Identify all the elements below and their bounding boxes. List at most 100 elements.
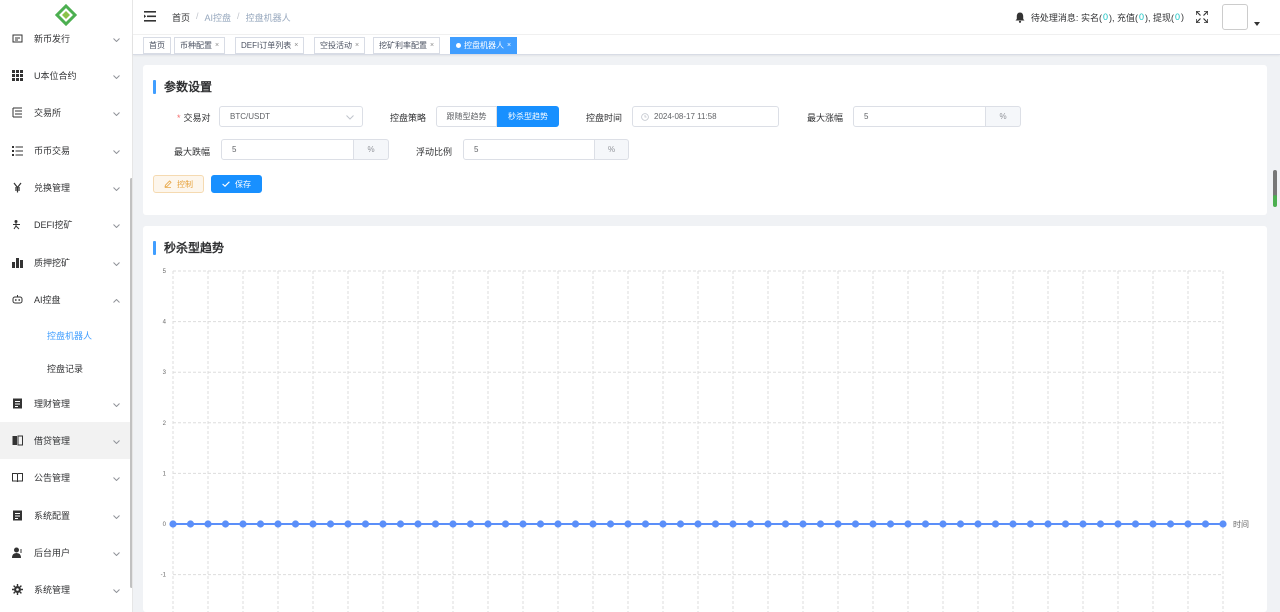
data-point[interactable] [519,520,527,528]
sidebar-subitem-control-records[interactable]: 控盘记录 [0,352,130,385]
recharge-count[interactable]: 0 [1139,12,1144,22]
data-point[interactable] [1079,520,1087,528]
sidebar-item-loan-mgmt[interactable]: 借贷管理 [0,422,130,459]
tag-control-robot[interactable]: 控盘机器人 × [450,37,518,54]
data-point[interactable] [484,520,492,528]
data-point[interactable] [1026,520,1035,528]
sidebar-item-system-mgmt[interactable]: 系统管理 [0,571,130,608]
data-point[interactable] [956,520,965,528]
sidebar-item-ai-control[interactable]: AI控盘 [0,281,130,318]
data-point[interactable] [869,520,877,528]
sidebar-item-new-coin[interactable]: 新币发行 [0,20,130,57]
close-icon[interactable]: × [215,42,219,49]
bell-icon[interactable] [1015,12,1025,23]
data-point[interactable] [1149,520,1157,528]
data-point[interactable] [816,520,825,528]
data-point[interactable] [344,520,352,528]
data-point[interactable] [396,520,405,528]
data-point[interactable] [746,520,755,528]
realname-count[interactable]: 0 [1103,12,1108,22]
withdraw-label[interactable]: ), 提现( [1145,11,1174,24]
sidebar-scrollbar[interactable] [130,178,132,588]
data-point[interactable] [536,520,545,528]
tag-defi-orders[interactable]: DEFI订单列表 × [235,37,305,54]
data-point[interactable] [939,520,947,528]
sidebar-item-admin-users[interactable]: 后台用户 [0,534,130,571]
data-point[interactable] [1131,520,1140,528]
withdraw-count[interactable]: 0 [1175,12,1180,22]
data-point[interactable] [291,520,300,528]
data-point[interactable] [379,520,387,528]
data-point[interactable] [1114,520,1122,528]
close-icon[interactable]: × [507,42,511,49]
data-point[interactable] [204,520,212,528]
data-point[interactable] [729,520,737,528]
close-icon[interactable]: × [430,42,434,49]
max-rise-input[interactable]: 5 [853,106,986,127]
data-point[interactable] [659,520,667,528]
data-point[interactable] [309,520,317,528]
data-point[interactable] [991,520,1000,528]
data-point[interactable] [606,520,615,528]
data-point[interactable] [799,520,807,528]
data-point[interactable] [1184,520,1192,528]
sidebar-item-coin-trade[interactable]: 币币交易 [0,132,130,169]
time-picker[interactable]: 2024-08-17 11:58 [632,106,779,127]
control-button[interactable]: 控制 [153,175,204,193]
data-point[interactable] [361,520,370,528]
data-point[interactable] [589,520,597,528]
data-point[interactable] [974,520,982,528]
sidebar-item-defi-mining[interactable]: DEFI挖矿 [0,206,130,243]
close-icon[interactable]: × [355,42,359,49]
tag-airdrop[interactable]: 空投活动 × [314,37,366,54]
tag-coin-config[interactable]: 币种配置 × [174,37,226,54]
breadcrumb-home[interactable]: 首页 [172,11,190,24]
hamburger-icon[interactable] [144,11,156,24]
data-point[interactable] [641,520,650,528]
data-point[interactable] [1201,520,1210,528]
sidebar-subitem-control-robot[interactable]: 控盘机器人 [0,319,130,352]
data-point[interactable] [221,520,230,528]
tag-home[interactable]: 首页 [143,37,171,54]
sidebar-item-system-config[interactable]: 系统配置 [0,497,130,534]
close-icon[interactable]: × [294,42,298,49]
data-point[interactable] [449,520,457,528]
data-point[interactable] [904,520,912,528]
save-button[interactable]: 保存 [211,175,262,193]
sidebar-item-staking-mining[interactable]: 质押挖矿 [0,244,130,281]
data-point[interactable] [571,520,580,528]
realname-label[interactable]: 实名( [1081,11,1102,24]
data-point[interactable] [764,520,772,528]
caret-down-icon[interactable] [1254,22,1260,26]
data-point[interactable] [414,520,422,528]
pair-select[interactable]: BTC/USDT [219,106,363,127]
max-fall-input[interactable]: 5 [221,139,354,160]
data-point[interactable] [624,520,632,528]
strategy-spike-option[interactable]: 秒杀型趋势 [497,106,559,127]
data-point[interactable] [169,520,177,528]
sidebar-item-finance-mgmt[interactable]: 理财管理 [0,385,130,422]
data-point[interactable] [834,520,842,528]
data-point[interactable] [676,520,685,528]
data-point[interactable] [256,520,265,528]
tag-mining-rate[interactable]: 挖矿利率配置 × [373,37,441,54]
data-point[interactable] [186,520,195,528]
data-point[interactable] [501,520,510,528]
float-input[interactable]: 5 [463,139,595,160]
data-point[interactable] [1044,520,1052,528]
fullscreen-icon[interactable] [1196,11,1208,23]
data-point[interactable] [781,520,790,528]
data-point[interactable] [431,520,440,528]
data-point[interactable] [1219,520,1227,528]
data-point[interactable] [711,520,720,528]
data-point[interactable] [1166,520,1175,528]
avatar[interactable] [1222,4,1248,30]
data-point[interactable] [886,520,895,528]
sidebar-item-exchange-mgmt[interactable]: 兑换管理 [0,169,130,206]
recharge-label[interactable]: ), 充值( [1109,11,1138,24]
data-point[interactable] [851,520,860,528]
strategy-follow-option[interactable]: 跟随型趋势 [436,106,497,127]
data-point[interactable] [239,520,247,528]
data-point[interactable] [554,520,562,528]
data-point[interactable] [466,520,475,528]
